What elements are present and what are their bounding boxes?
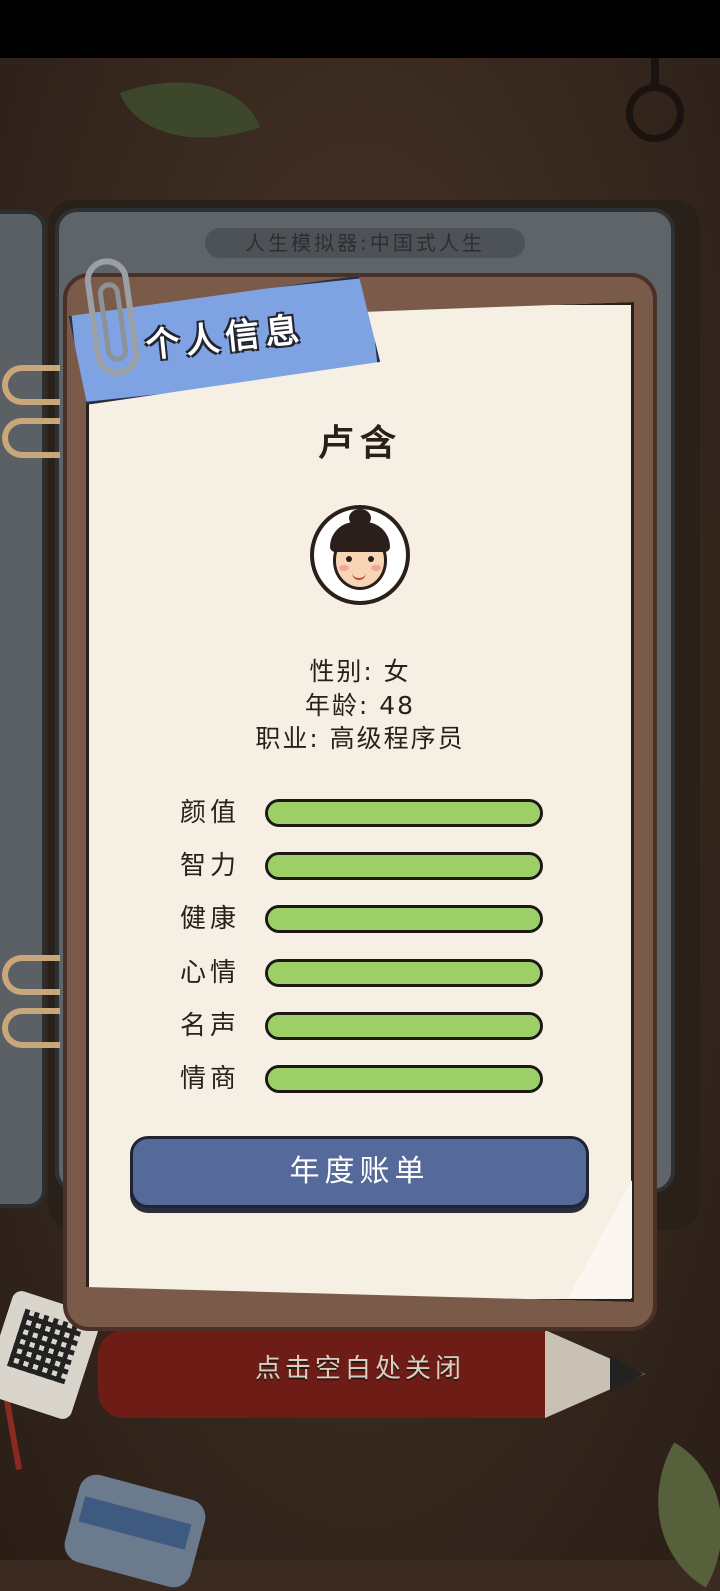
stat-row-health: 健康 (180, 904, 550, 934)
stat-bar (265, 905, 543, 933)
stat-label: 颜值 (180, 798, 241, 828)
job-info: 职业: 高级程序员 (255, 724, 465, 753)
binder-ring-icon (2, 955, 60, 995)
age-info: 年龄: 48 (304, 691, 416, 720)
stat-label: 智力 (180, 851, 241, 881)
stat-bar (265, 852, 543, 880)
gender-info: 性别: 女 (309, 657, 411, 686)
hanging-ring-icon (626, 84, 684, 142)
avatar-eye (346, 556, 352, 562)
stat-fill (268, 962, 540, 984)
stat-fill (268, 1015, 540, 1037)
annual-bill-button[interactable]: 年度账单 (130, 1136, 589, 1208)
stat-row-reputation: 名声 (180, 1011, 550, 1041)
stat-fill (268, 802, 540, 824)
stat-row-intelligence: 智力 (180, 851, 550, 881)
stat-label: 心情 (180, 958, 241, 988)
stat-row-appearance: 颜值 (180, 798, 550, 828)
stat-row-mood: 心情 (180, 958, 550, 988)
stat-fill (268, 855, 540, 877)
stat-bar (265, 959, 543, 987)
close-hint[interactable]: 点击空白处关闭 (0, 1348, 720, 1385)
stat-fill (268, 1068, 540, 1090)
status-bar (0, 0, 720, 58)
stat-bar (265, 1012, 543, 1040)
stat-row-eq: 情商 (180, 1064, 550, 1094)
avatar-eye (368, 556, 374, 562)
avatar-cheek (339, 565, 349, 571)
binder-ring-icon (2, 1008, 60, 1048)
stat-label: 情商 (180, 1064, 241, 1094)
book-title: 人生模拟器:中国式人生 (205, 228, 525, 258)
stat-bar (265, 799, 543, 827)
avatar-hair-bun (349, 509, 371, 527)
binder-ring-icon (2, 365, 60, 405)
stat-bar (265, 1065, 543, 1093)
stat-fill (268, 908, 540, 930)
stat-label: 健康 (180, 904, 241, 934)
character-name: 卢含 (317, 423, 402, 464)
avatar-cheek (371, 565, 381, 571)
stat-label: 名声 (180, 1011, 241, 1041)
